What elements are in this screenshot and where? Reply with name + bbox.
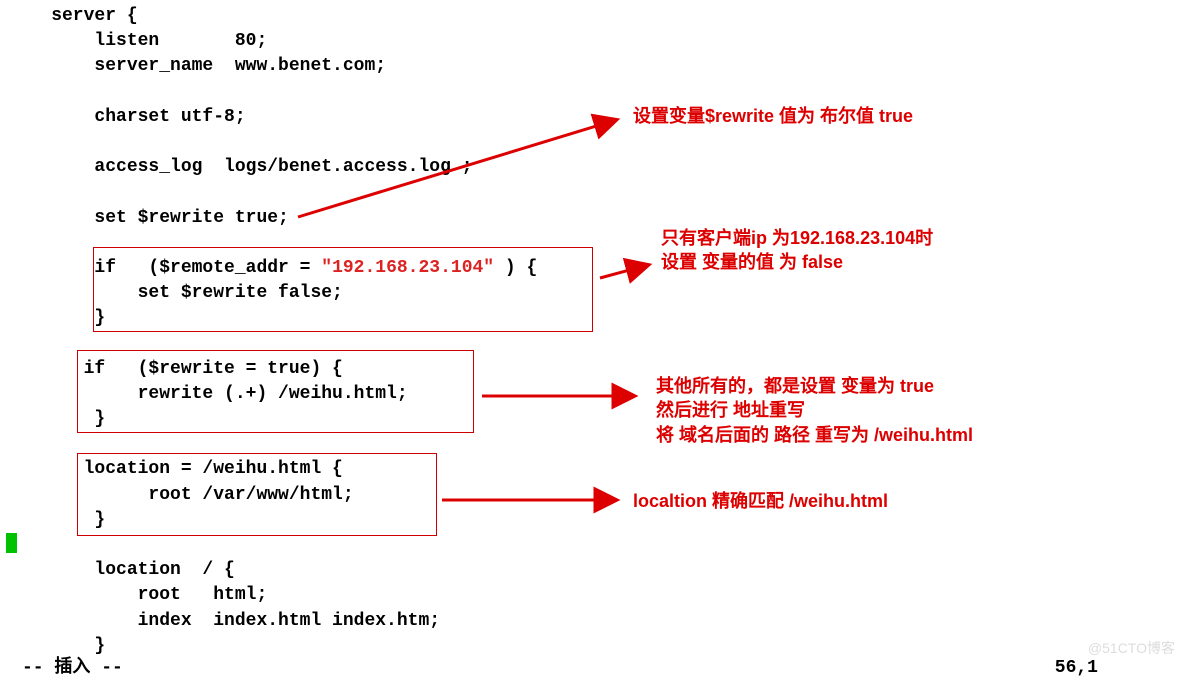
line-25: index index.html index.htm; bbox=[8, 611, 440, 631]
editor-cursor bbox=[6, 533, 17, 553]
line-3: server_name www.benet.com; bbox=[8, 56, 386, 76]
vim-cursor-position: 56,1 bbox=[1055, 656, 1098, 681]
line-7: access_log logs/benet.access.log ; bbox=[8, 157, 472, 177]
line-1: server { bbox=[8, 6, 138, 26]
highlight-box-if-remote-addr bbox=[93, 247, 593, 332]
line-24: root html; bbox=[8, 585, 267, 605]
line-9: set $rewrite true; bbox=[8, 208, 289, 228]
watermark: @51CTO博客 bbox=[1088, 639, 1175, 659]
line-26: } bbox=[8, 636, 105, 656]
vim-status-mode: -- 插入 -- bbox=[22, 656, 123, 681]
annotation-location-match: localtion 精确匹配 /weihu.html bbox=[633, 489, 888, 513]
line-5: charset utf-8; bbox=[8, 107, 246, 127]
annotation-set-rewrite: 设置变量$rewrite 值为 布尔值 true bbox=[633, 104, 913, 128]
annotation-rewrite-path: 其他所有的，都是设置 变量为 true 然后进行 地址重写 将 域名后面的 路径… bbox=[656, 374, 973, 447]
line-2: listen 80; bbox=[8, 31, 267, 51]
highlight-box-if-rewrite-true bbox=[77, 350, 474, 433]
line-23: location / { bbox=[8, 560, 235, 580]
line-13: } bbox=[8, 308, 105, 328]
highlight-box-location-weihu bbox=[77, 453, 437, 536]
annotation-client-ip: 只有客户端ip 为192.168.23.104时 设置 变量的值 为 false bbox=[661, 226, 933, 275]
